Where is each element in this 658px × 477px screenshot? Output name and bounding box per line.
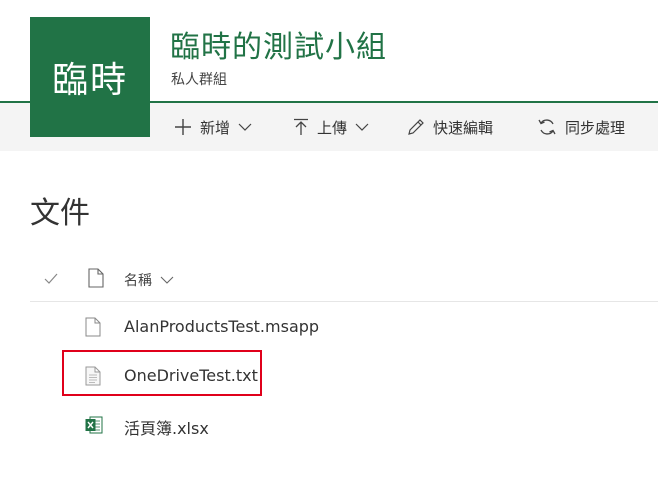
- sync-button[interactable]: 同步處理: [537, 103, 625, 151]
- new-label: 新增: [200, 118, 231, 137]
- chevron-down-icon: [152, 272, 174, 288]
- list-item[interactable]: AlanProductsTest.msapp: [30, 303, 658, 351]
- chevron-down-icon: [355, 123, 369, 131]
- site-subtitle: 私人群組: [171, 72, 227, 88]
- excel-file-icon: [85, 415, 103, 439]
- page: 臨時的測試小組 私人群組 臨時 新增 上傳 快速編輯 同步處理 文件 名稱 Al…: [0, 0, 658, 477]
- name-column-label: 名稱: [124, 273, 152, 289]
- upload-arrow-icon: [293, 118, 309, 136]
- select-all-checkmark-icon[interactable]: [44, 270, 58, 289]
- chevron-down-icon: [238, 123, 252, 131]
- file-type-column-icon[interactable]: [88, 268, 104, 292]
- list-item[interactable]: 活頁簿.xlsx: [30, 401, 658, 449]
- quick-edit-button[interactable]: 快速編輯: [407, 103, 493, 151]
- upload-label: 上傳: [317, 118, 348, 137]
- page-title: 文件: [30, 196, 90, 231]
- new-button[interactable]: 新增: [174, 103, 252, 151]
- sync-icon: [537, 117, 557, 137]
- site-logo[interactable]: 臨時: [30, 17, 150, 137]
- plus-icon: [174, 118, 192, 136]
- file-name-link[interactable]: 活頁簿.xlsx: [124, 415, 209, 439]
- list-header: 名稱: [30, 258, 658, 302]
- upload-button[interactable]: 上傳: [293, 103, 369, 151]
- generic-file-icon: [85, 317, 101, 341]
- site-logo-text: 臨時: [51, 60, 128, 101]
- site-title[interactable]: 臨時的測試小組: [170, 22, 387, 66]
- quick-edit-label: 快速編輯: [433, 118, 494, 137]
- highlight-annotation-box: [62, 350, 262, 396]
- file-name-link[interactable]: AlanProductsTest.msapp: [124, 317, 319, 336]
- name-column-header[interactable]: 名稱: [124, 270, 174, 290]
- sync-label: 同步處理: [565, 118, 626, 137]
- pencil-icon: [407, 118, 425, 136]
